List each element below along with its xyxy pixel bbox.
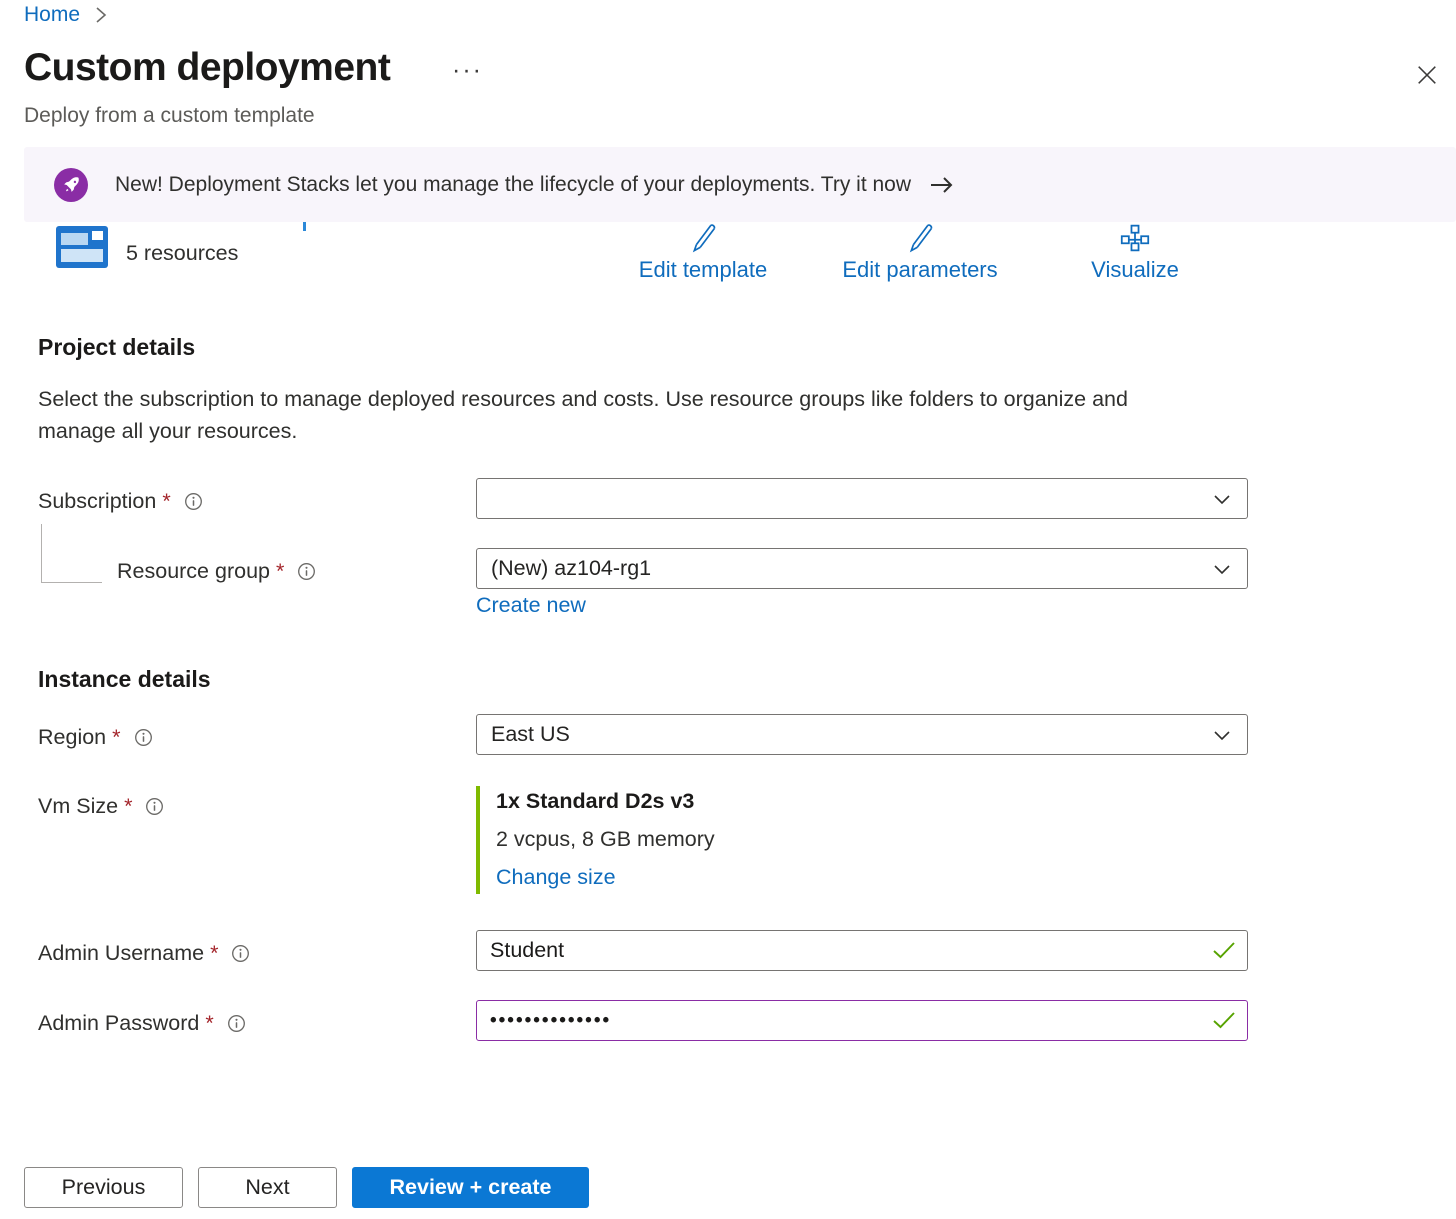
chevron-down-icon (1211, 488, 1233, 510)
required-marker: * (112, 725, 120, 750)
admin-password-label: Admin Password * (38, 1010, 246, 1036)
change-size-link[interactable]: Change size (496, 865, 616, 889)
required-marker: * (124, 794, 132, 819)
create-new-link[interactable]: Create new (476, 593, 586, 618)
field-connector-line (41, 524, 102, 583)
info-icon[interactable] (297, 562, 316, 581)
edit-parameters-label: Edit parameters (842, 257, 997, 283)
instance-details-heading: Instance details (38, 666, 211, 693)
arrow-right-icon[interactable] (929, 175, 955, 195)
cropped-element-artifact (303, 222, 306, 231)
checkmark-icon (1212, 941, 1236, 965)
vm-size-title: 1x Standard D2s v3 (496, 789, 715, 814)
breadcrumb-home-link[interactable]: Home (24, 3, 80, 27)
pencil-icon (687, 222, 719, 254)
vm-size-detail: 2 vcpus, 8 GB memory (496, 827, 715, 852)
vm-size-label-text: Vm Size (38, 794, 118, 819)
previous-button[interactable]: Previous (24, 1167, 183, 1208)
edit-template-label: Edit template (639, 257, 767, 283)
subscription-label-text: Subscription (38, 489, 156, 514)
admin-password-input[interactable] (476, 1000, 1248, 1041)
admin-username-label-text: Admin Username (38, 941, 204, 966)
info-icon[interactable] (231, 944, 250, 963)
info-icon[interactable] (227, 1014, 246, 1033)
rocket-icon (54, 168, 88, 202)
info-icon[interactable] (184, 492, 203, 511)
required-marker: * (210, 941, 218, 966)
edit-parameters-button[interactable]: Edit parameters (817, 222, 1023, 283)
admin-password-label-text: Admin Password (38, 1011, 199, 1036)
org-chart-icon (1120, 222, 1150, 254)
admin-username-label: Admin Username * (38, 940, 250, 966)
review-create-button[interactable]: Review + create (352, 1167, 589, 1208)
more-options-ellipsis[interactable]: ··· (452, 56, 483, 85)
info-icon[interactable] (145, 797, 164, 816)
admin-username-input[interactable] (476, 930, 1248, 971)
page-subtitle: Deploy from a custom template (24, 104, 315, 128)
required-marker: * (205, 1011, 213, 1036)
banner-message[interactable]: New! Deployment Stacks let you manage th… (115, 173, 911, 197)
close-button[interactable] (1410, 58, 1444, 92)
close-icon (1415, 63, 1439, 87)
required-marker: * (276, 559, 284, 584)
region-dropdown[interactable]: East US (476, 714, 1248, 755)
template-icon (56, 226, 108, 273)
required-marker: * (162, 489, 170, 514)
pencil-icon (904, 222, 936, 254)
subscription-dropdown[interactable] (476, 478, 1248, 519)
page-title: Custom deployment (24, 46, 390, 90)
deployment-stacks-banner: New! Deployment Stacks let you manage th… (24, 147, 1456, 222)
admin-username-field-wrap (476, 930, 1248, 971)
region-label-text: Region (38, 725, 106, 750)
project-details-description: Select the subscription to manage deploy… (38, 383, 1186, 447)
project-details-heading: Project details (38, 334, 195, 361)
checkmark-icon (1212, 1011, 1236, 1035)
region-label: Region * (38, 724, 153, 750)
edit-template-button[interactable]: Edit template (600, 222, 806, 283)
admin-password-field-wrap (476, 1000, 1248, 1041)
resource-group-value: (New) az104-rg1 (491, 556, 651, 581)
vm-size-label: Vm Size * (38, 793, 164, 819)
info-icon[interactable] (134, 728, 153, 747)
subscription-label: Subscription * (38, 488, 203, 514)
resources-count: 5 resources (126, 241, 238, 266)
next-button[interactable]: Next (198, 1167, 337, 1208)
vm-size-value-block: 1x Standard D2s v3 2 vcpus, 8 GB memory … (476, 786, 715, 894)
visualize-button[interactable]: Visualize (1032, 222, 1238, 283)
resource-group-label: Resource group * (117, 558, 316, 584)
chevron-down-icon (1211, 558, 1233, 580)
region-value: East US (491, 722, 570, 747)
chevron-right-icon (94, 6, 108, 24)
resource-group-label-text: Resource group (117, 559, 270, 584)
visualize-label: Visualize (1091, 257, 1179, 283)
resource-group-dropdown[interactable]: (New) az104-rg1 (476, 548, 1248, 589)
chevron-down-icon (1211, 724, 1233, 746)
breadcrumb: Home (24, 3, 108, 27)
